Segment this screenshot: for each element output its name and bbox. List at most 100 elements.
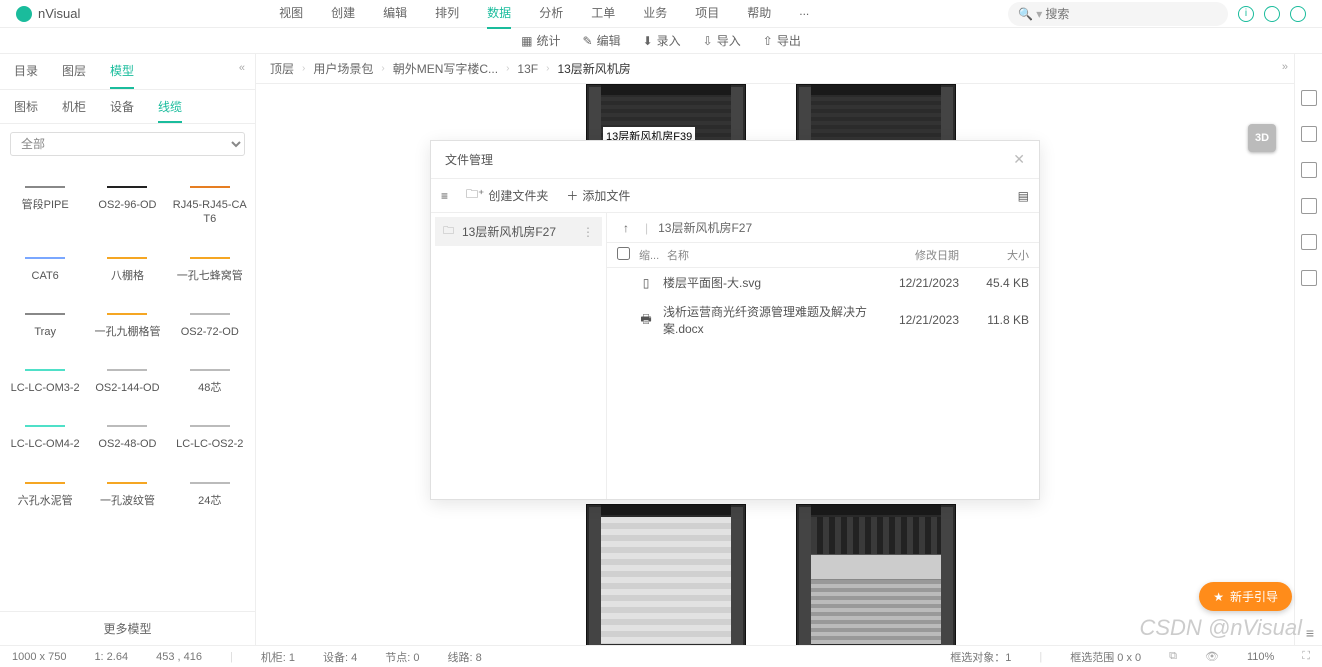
globe-icon[interactable]	[1264, 6, 1280, 22]
search-wrap[interactable]: 🔍 ▾	[1008, 2, 1228, 26]
rail-icon-2[interactable]	[1301, 126, 1317, 142]
filter-select[interactable]: 全部	[10, 132, 245, 156]
select-all-checkbox[interactable]	[617, 247, 630, 260]
crumb-2[interactable]: 朝外MEN写字楼C...	[393, 60, 498, 77]
palette-item[interactable]: LC-LC-OM3-2	[4, 353, 86, 409]
palette-item[interactable]: 一孔波纹管	[86, 466, 168, 522]
sub-record[interactable]: ⬇录入	[643, 32, 681, 49]
stats-icon: ▦	[521, 34, 532, 48]
menu-project[interactable]: 项目	[695, 0, 719, 29]
palette-item[interactable]: CAT6	[4, 241, 86, 297]
palette-item[interactable]: 六孔水泥管	[4, 466, 86, 522]
menu-workorder[interactable]: 工单	[591, 0, 615, 29]
tab-layers[interactable]: 图层	[62, 62, 86, 89]
more-options-icon[interactable]: ⋮	[582, 225, 594, 239]
add-file-button[interactable]: ＋添加文件	[566, 187, 630, 204]
subtab-devices[interactable]: 设备	[110, 98, 134, 123]
tab-model[interactable]: 模型	[110, 62, 134, 89]
status-scale: 1: 2.64	[94, 651, 128, 663]
file-row[interactable]: 🖶 浅析运营商光纤资源管理难题及解决方案.docx 12/21/2023 11.…	[607, 297, 1039, 343]
info-icon[interactable]: i	[1238, 6, 1254, 22]
palette-label: 48芯	[173, 381, 247, 395]
palette-item[interactable]: OS2-144-OD	[86, 353, 168, 409]
crumb-top[interactable]: 顶层	[270, 60, 294, 77]
help-guide-button[interactable]: ★ 新手引导	[1199, 582, 1292, 611]
rack-bottom-left[interactable]	[586, 504, 746, 649]
col-name[interactable]: 名称	[667, 247, 869, 263]
palette-item[interactable]: 48芯	[169, 353, 251, 409]
palette-item[interactable]: OS2-96-OD	[86, 170, 168, 241]
topbar: nVisual 视图 创建 编辑 排列 数据 分析 工单 业务 项目 帮助 ..…	[0, 0, 1322, 28]
menu-toggle-icon[interactable]: ≡	[1306, 625, 1314, 641]
palette: 管段PIPEOS2-96-ODRJ45-RJ45-CAT6 CAT6 八棚格一孔七蜂…	[0, 164, 255, 611]
subtab-cables[interactable]: 线缆	[158, 98, 182, 123]
left-panel: 目录 图层 模型 « 图标 机柜 设备 线缆 全部 管段PIPEOS2-96-O…	[0, 54, 256, 645]
cable-swatch	[190, 369, 230, 371]
search-input[interactable]	[1042, 4, 1218, 24]
eye-icon[interactable]: 👁	[1205, 650, 1219, 663]
palette-item[interactable]: 一孔九棚格管	[86, 297, 168, 353]
palette-label: OS2-144-OD	[90, 381, 164, 395]
menu-business[interactable]: 业务	[643, 0, 667, 29]
menu-help[interactable]: 帮助	[747, 0, 771, 29]
tree-folder[interactable]: 🗀 13层新风机房F27 ⋮	[435, 217, 602, 246]
sub-import[interactable]: ⇩导入	[703, 32, 741, 49]
file-manager-dialog: 文件管理 ✕ ≡ 🗀⁺创建文件夹 ＋添加文件 ▤ 🗀 13层新风机房F27 ⋮ …	[430, 140, 1040, 500]
menu-arrange[interactable]: 排列	[435, 0, 459, 29]
subtab-icons[interactable]: 图标	[14, 98, 38, 123]
menu-more[interactable]: ...	[799, 0, 809, 29]
rail-icon-5[interactable]	[1301, 234, 1317, 250]
up-folder-icon[interactable]: ↑	[617, 221, 635, 235]
status-nodes: 节点: 0	[385, 649, 419, 665]
palette-item[interactable]: LC-LC-OS2-2	[169, 409, 251, 465]
toggle-3d-button[interactable]: 3D	[1248, 124, 1276, 152]
new-folder-button[interactable]: 🗀⁺创建文件夹	[466, 185, 548, 206]
menu-data[interactable]: 数据	[487, 0, 511, 29]
view-toggle-icon[interactable]: ▤	[1018, 189, 1029, 203]
palette-item[interactable]: 一孔七蜂窝管	[169, 241, 251, 297]
menu-icon[interactable]: ≡	[441, 189, 448, 203]
menu-edit[interactable]: 编辑	[383, 0, 407, 29]
menu-create[interactable]: 创建	[331, 0, 355, 29]
palette-label: CAT6	[8, 269, 82, 283]
menu-analysis[interactable]: 分析	[539, 0, 563, 29]
cable-swatch	[107, 482, 147, 484]
rail-icon-6[interactable]	[1301, 270, 1317, 286]
palette-item[interactable]: Tray	[4, 297, 86, 353]
palette-item[interactable]: RJ45-RJ45-CAT6	[169, 170, 251, 241]
star-icon: ★	[1213, 590, 1224, 604]
file-list: ↑ | 13层新风机房F27 缩... 名称 修改日期 大小 ▯ 楼层平面图-大…	[607, 213, 1039, 499]
palette-item[interactable]: 24芯	[169, 466, 251, 522]
rack-bottom-right[interactable]	[796, 504, 956, 649]
crumb-3[interactable]: 13F	[517, 62, 538, 76]
rail-icon-3[interactable]	[1301, 162, 1317, 178]
status-zoom[interactable]: 110%	[1247, 651, 1274, 663]
palette-item[interactable]: OS2-72-OD	[169, 297, 251, 353]
statusbar: 1000 x 750 1: 2.64 453 , 416 | 机柜: 1 设备:…	[0, 645, 1322, 667]
user-icon[interactable]	[1290, 6, 1306, 22]
palette-label: LC-LC-OS2-2	[173, 437, 247, 451]
fullscreen-icon[interactable]: ⛶	[1302, 650, 1310, 663]
sub-export[interactable]: ⇧导出	[763, 32, 801, 49]
palette-item[interactable]: 八棚格	[86, 241, 168, 297]
rail-icon-4[interactable]	[1301, 198, 1317, 214]
close-icon[interactable]: ✕	[1013, 151, 1025, 168]
col-date[interactable]: 修改日期	[869, 247, 959, 263]
palette-item[interactable]: OS2-48-OD	[86, 409, 168, 465]
palette-item[interactable]: LC-LC-OM4-2	[4, 409, 86, 465]
subtab-cabinets[interactable]: 机柜	[62, 98, 86, 123]
col-size[interactable]: 大小	[959, 247, 1029, 263]
palette-item[interactable]: 管段PIPE	[4, 170, 86, 241]
crumb-1[interactable]: 用户场景包	[313, 60, 373, 77]
layer-icon[interactable]: ⧉	[1169, 650, 1177, 663]
menu-view[interactable]: 视图	[279, 0, 303, 29]
more-models-button[interactable]: 更多模型	[0, 611, 255, 645]
tree-folder-label: 13层新风机房F27	[462, 223, 556, 240]
collapse-left-icon[interactable]: «	[239, 62, 245, 82]
rail-icon-1[interactable]	[1301, 90, 1317, 106]
sub-edit[interactable]: ✎编辑	[583, 32, 621, 49]
file-row[interactable]: ▯ 楼层平面图-大.svg 12/21/2023 45.4 KB	[607, 268, 1039, 297]
sub-stats[interactable]: ▦统计	[521, 32, 560, 49]
expand-right-icon[interactable]: »	[1282, 61, 1288, 73]
tab-directory[interactable]: 目录	[14, 62, 38, 89]
